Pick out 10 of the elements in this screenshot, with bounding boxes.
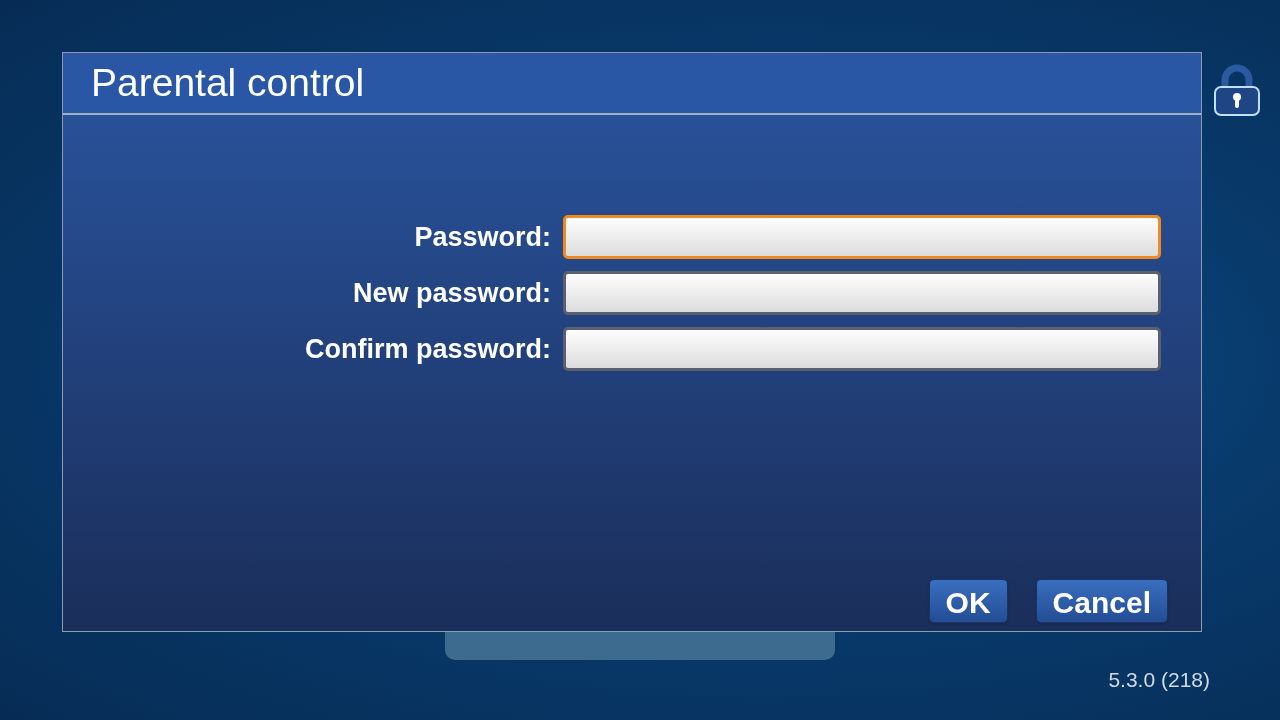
- password-field[interactable]: [563, 215, 1161, 259]
- field-label: Password:: [414, 220, 551, 254]
- password-field[interactable]: [563, 327, 1161, 371]
- version-text: 5.3.0 (218): [1108, 667, 1210, 693]
- password-field[interactable]: [563, 271, 1161, 315]
- field-label: New password:: [352, 276, 551, 310]
- dialog-title: Parental control: [63, 53, 1201, 115]
- field-label: Confirm password:: [304, 332, 551, 366]
- dialog-button[interactable]: OK: [928, 579, 1008, 623]
- dialog-button[interactable]: Cancel: [1035, 579, 1168, 623]
